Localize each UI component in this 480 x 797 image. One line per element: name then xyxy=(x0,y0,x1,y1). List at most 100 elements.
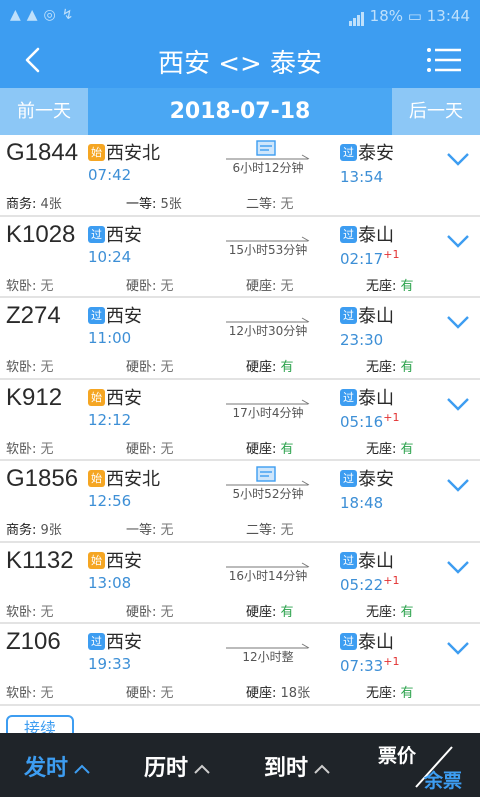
arrive-time-value: 07:33 xyxy=(340,657,384,675)
depart-time: 10:24 xyxy=(88,247,132,266)
train-number: K912 xyxy=(6,383,63,411)
seat-count: 无 xyxy=(160,360,174,375)
to-station-type-badge: 过 xyxy=(340,225,357,243)
train-row[interactable]: Z106 过西安 19:33 12小时整过泰山 07:33+1 软卧: 无硬卧: 无硬座:… xyxy=(0,624,480,706)
next-day-marker: +1 xyxy=(383,655,400,668)
seat-availability: 硬座: 有 xyxy=(246,438,294,457)
train-row[interactable]: G1856 始西安北 12:56 5小时52分钟 过泰安 18:48 商务: 9张 一等: 无… xyxy=(0,461,480,543)
arrive-time: 05:22+1 xyxy=(340,574,399,594)
chevron-down-icon[interactable] xyxy=(446,314,470,330)
arrive-time-value: 05:16 xyxy=(340,412,384,431)
seat-class: 一等: xyxy=(126,197,157,212)
to-station-type-badge: 过 xyxy=(340,388,357,406)
seat-availability: 软卧: 无 xyxy=(6,601,54,620)
next-day-button[interactable]: 后一天 xyxy=(392,88,480,135)
train-row[interactable]: Z274 过西安 11:00 12小时30分钟过泰山 23:30 软卧: 无硬卧: 无硬座… xyxy=(0,298,480,380)
seat-count: 无 xyxy=(40,360,54,375)
seat-count: 9张 xyxy=(40,523,62,538)
seat-class: 无座: xyxy=(366,441,397,457)
from-station-type-badge: 过 xyxy=(88,225,105,243)
seat-availability: 二等: 无 xyxy=(246,519,294,538)
seat-count: 无 xyxy=(160,441,174,457)
prev-day-button[interactable]: 前一天 xyxy=(0,88,88,135)
remain-label: 余票 xyxy=(423,770,462,792)
to-station-type-badge: 过 xyxy=(340,470,357,487)
chevron-down-icon[interactable] xyxy=(446,233,470,249)
seat-availability: 无座: 有 xyxy=(366,682,414,701)
from-station-type-badge: 始 xyxy=(88,551,105,569)
seat-count: 有 xyxy=(400,360,414,375)
sort-arrive-button[interactable]: 到时 xyxy=(264,750,330,782)
sort-depart-button[interactable]: 发时 xyxy=(24,750,90,782)
signal-icon xyxy=(348,8,365,26)
trip-duration: 15小时53分钟 xyxy=(228,242,308,257)
seat-count: 无 xyxy=(280,523,294,538)
train-row[interactable]: K1132 始西安 13:08 16小时14分钟过泰山 05:22+1 软卧: 无硬卧: … xyxy=(0,542,480,624)
train-number: G1856 xyxy=(6,465,79,492)
current-date[interactable]: 2018-07-18 xyxy=(88,88,392,135)
arrive-time-value: 18:48 xyxy=(340,494,384,512)
train-row[interactable]: K1028 过西安 10:24 15小时53分钟过泰山 02:17+1 软卧: 无硬卧: … xyxy=(0,216,480,298)
price-remain-toggle[interactable]: 票价 余票 xyxy=(378,739,462,793)
seat-availability: 硬卧: 无 xyxy=(126,601,174,620)
seat-class: 商务: xyxy=(6,523,37,538)
seat-class: 无座: xyxy=(366,360,397,375)
menu-icon[interactable] xyxy=(426,45,462,75)
seat-availability: 软卧: 无 xyxy=(6,275,54,294)
train-row[interactable]: K912 始西安 12:12 17小时4分钟过泰山 05:16+1 软卧: 无硬卧: 无硬… xyxy=(0,379,480,461)
trip-duration: 6小时12分钟 xyxy=(232,161,304,175)
chevron-down-icon[interactable] xyxy=(446,151,470,167)
seat-class: 软卧: xyxy=(6,441,37,457)
from-station-type-badge: 始 xyxy=(88,388,105,406)
arrive-time: 05:16+1 xyxy=(340,411,399,431)
sort-duration-label: 历时 xyxy=(144,756,189,781)
from-station-type-badge: 过 xyxy=(88,307,105,324)
trip-duration: 17小时4分钟 xyxy=(232,405,304,420)
status-bar: ▲▲◎↯ 18% ▭ 13:44 xyxy=(0,0,480,33)
status-icons: ▲▲◎↯ xyxy=(10,7,80,23)
seat-availability: 硬卧: 无 xyxy=(126,682,174,701)
seat-availability: 硬卧: 无 xyxy=(126,438,174,457)
seat-class: 二等: xyxy=(246,523,277,538)
seat-availability: 一等: 无 xyxy=(126,519,174,538)
seat-class: 硬卧: xyxy=(126,686,157,701)
depart-time: 11:00 xyxy=(88,329,132,347)
arrive-time: 23:30 xyxy=(340,329,383,349)
seat-class: 硬卧: xyxy=(126,278,157,294)
trip-duration: 12小时整 xyxy=(242,650,294,664)
to-station: 泰安 xyxy=(358,469,394,490)
seat-count: 有 xyxy=(280,360,294,375)
train-number: Z274 xyxy=(6,302,61,329)
arrive-time: 18:48 xyxy=(340,492,383,512)
train-number: Z106 xyxy=(6,628,61,655)
seat-count: 无 xyxy=(280,278,294,294)
next-day-marker: +1 xyxy=(383,410,400,424)
seat-availability: 硬卧: 无 xyxy=(126,275,174,294)
arrive-time-value: 23:30 xyxy=(340,331,384,349)
chevron-down-icon[interactable] xyxy=(446,396,470,412)
seat-availability: 硬座: 有 xyxy=(246,356,294,375)
seat-availability: 无座: 有 xyxy=(366,356,414,375)
seat-availability: 一等: 5张 xyxy=(126,193,182,212)
sort-depart-label: 发时 xyxy=(24,756,69,781)
arrive-time: 13:54 xyxy=(340,166,383,186)
sort-duration-button[interactable]: 历时 xyxy=(144,750,210,782)
chevron-down-icon[interactable] xyxy=(446,477,470,493)
to-station: 泰山 xyxy=(358,224,394,246)
sort-arrive-label: 到时 xyxy=(264,756,309,781)
depart-time: 07:42 xyxy=(88,166,132,184)
to-station: 泰山 xyxy=(358,306,394,327)
to-station: 泰山 xyxy=(358,387,394,409)
to-station: 泰山 xyxy=(358,632,394,653)
chevron-down-icon[interactable] xyxy=(446,640,470,656)
seat-count: 4张 xyxy=(40,197,62,212)
next-day-marker: +1 xyxy=(383,247,400,261)
seat-count: 无 xyxy=(160,686,174,701)
from-station: 西安 xyxy=(106,224,142,246)
chevron-down-icon[interactable] xyxy=(446,559,470,575)
from-station-type-badge: 过 xyxy=(88,633,105,650)
depart-time: 19:33 xyxy=(88,655,132,673)
train-row[interactable]: G1844 始西安北 07:42 6小时12分钟 过泰安 13:54 商务: 4张 一等: 5… xyxy=(0,135,480,217)
next-day-marker: +1 xyxy=(383,573,400,587)
battery-icon: ▭ xyxy=(407,7,422,25)
